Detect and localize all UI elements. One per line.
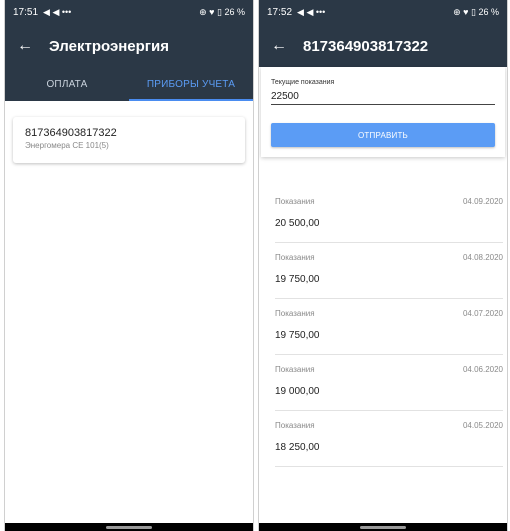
readings-history: Показания 04.09.2020 20 500,00 Показания… [259, 187, 507, 467]
reading-date: 04.08.2020 [462, 253, 503, 262]
app-bar: ← 817364903817322 [259, 25, 507, 67]
meter-card[interactable]: 817364903817322 Энергомера CE 101(5) [13, 117, 245, 163]
reading-date: 04.09.2020 [462, 197, 503, 206]
reading-caption: Показания [275, 421, 315, 430]
reading-value: 19 750,00 [275, 330, 320, 341]
meter-model: Энергомера CE 101(5) [25, 141, 109, 150]
tab-payment[interactable]: ОПЛАТА [5, 67, 129, 101]
reading-value: 19 750,00 [275, 274, 320, 285]
reading-row: Показания 04.08.2020 19 750,00 [275, 243, 503, 299]
reading-caption: Показания [275, 309, 315, 318]
meters-screen: 17:51 ◀ ◀ ••• ⊕ ♥ ▯ 26 % ← Электроэнерги… [4, 0, 254, 531]
battery-status: ⊕ ♥ ▯ 26 % [199, 7, 245, 17]
reading-input[interactable] [271, 89, 495, 105]
reading-caption: Показания [275, 197, 315, 206]
battery-status: ⊕ ♥ ▯ 26 % [453, 7, 499, 17]
back-arrow-icon[interactable]: ← [271, 38, 295, 54]
reading-row: Показания 04.07.2020 19 750,00 [275, 299, 503, 355]
reading-date: 04.07.2020 [462, 309, 503, 318]
reading-date: 04.05.2020 [462, 421, 503, 430]
page-title: 817364903817322 [303, 37, 429, 55]
reading-caption: Показания [275, 253, 315, 262]
reading-input-card: Текущие показания ОТПРАВИТЬ [261, 67, 505, 157]
notification-icons: ◀ ◀ ••• [297, 7, 326, 17]
notification-icons: ◀ ◀ ••• [43, 7, 72, 17]
back-arrow-icon[interactable]: ← [17, 38, 41, 54]
reading-value: 20 500,00 [275, 218, 320, 229]
status-bar: 17:51 ◀ ◀ ••• ⊕ ♥ ▯ 26 % [5, 0, 253, 25]
app-bar: ← Электроэнергия [5, 25, 253, 67]
meter-number: 817364903817322 [25, 127, 117, 139]
home-handle[interactable] [360, 526, 406, 529]
home-handle[interactable] [106, 526, 152, 529]
meter-readings-screen: 17:52 ◀ ◀ ••• ⊕ ♥ ▯ 26 % ← 8173649038173… [258, 0, 508, 531]
reading-caption: Показания [275, 365, 315, 374]
reading-value: 18 250,00 [275, 442, 320, 453]
tab-meters[interactable]: ПРИБОРЫ УЧЕТА [129, 67, 253, 101]
status-bar: 17:52 ◀ ◀ ••• ⊕ ♥ ▯ 26 % [259, 0, 507, 25]
reading-value: 19 000,00 [275, 386, 320, 397]
reading-row: Показания 04.09.2020 20 500,00 [275, 187, 503, 243]
tab-bar: ОПЛАТА ПРИБОРЫ УЧЕТА [5, 67, 253, 101]
status-time: 17:52 [267, 7, 293, 18]
system-nav-bar [5, 523, 253, 531]
submit-button[interactable]: ОТПРАВИТЬ [271, 123, 495, 147]
page-title: Электроэнергия [49, 37, 170, 55]
reading-date: 04.06.2020 [462, 365, 503, 374]
reading-input-label: Текущие показания [271, 79, 335, 86]
reading-row: Показания 04.05.2020 18 250,00 [275, 411, 503, 467]
reading-row: Показания 04.06.2020 19 000,00 [275, 355, 503, 411]
status-time: 17:51 [13, 7, 39, 18]
system-nav-bar [259, 523, 507, 531]
